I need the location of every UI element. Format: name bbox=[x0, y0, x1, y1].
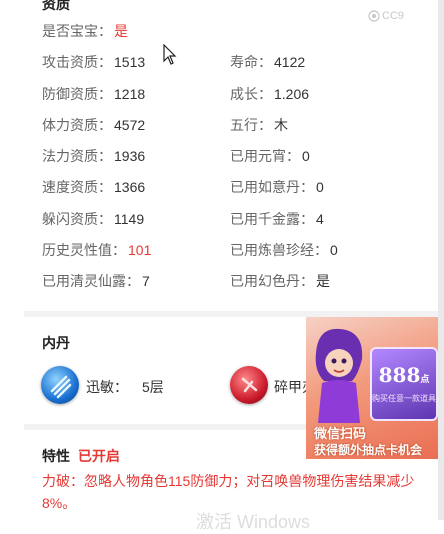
trait-title: 特性 bbox=[42, 448, 70, 464]
swift-icon[interactable] bbox=[41, 366, 79, 404]
stat-label: 已用千金露： bbox=[230, 211, 314, 227]
stat-label: 攻击资质： bbox=[42, 54, 112, 70]
watermark-icon bbox=[368, 10, 380, 22]
armor-break-icon[interactable] bbox=[230, 366, 268, 404]
neidan-skill-level: 5层 bbox=[142, 379, 164, 395]
stat-label: 已用幻色丹： bbox=[230, 273, 314, 289]
card-value: 888 bbox=[378, 363, 421, 387]
ad-subheadline: 获得额外抽点卡机会 bbox=[314, 443, 423, 457]
neidan-skill: 迅敏： 5层 bbox=[86, 377, 164, 397]
stat-label: 历史灵性值： bbox=[42, 242, 126, 258]
stat-label: 已用元宵： bbox=[230, 148, 300, 164]
card-subtitle: 购买任意一款道具 bbox=[372, 394, 436, 403]
stat-label: 体力资质： bbox=[42, 117, 112, 133]
watermark-text: CC9 bbox=[382, 10, 405, 22]
scrollbar[interactable] bbox=[438, 0, 444, 520]
stat-value: 1.206 bbox=[274, 86, 310, 102]
card-unit: 点 bbox=[420, 375, 430, 385]
stat-value: 是 bbox=[114, 23, 128, 39]
stat-value: 0 bbox=[302, 148, 310, 164]
stat-label: 成长： bbox=[230, 86, 272, 102]
trait-heading: 特性 已开启 bbox=[42, 446, 120, 466]
ad-headline: 微信扫码 bbox=[314, 426, 367, 441]
neidan-title: 内丹 bbox=[42, 335, 70, 351]
stat-value: 0 bbox=[316, 179, 324, 195]
stat-value: 4572 bbox=[114, 117, 146, 133]
mouse-cursor-icon bbox=[163, 44, 177, 65]
stat-label: 法力资质： bbox=[42, 148, 112, 164]
stat-label: 寿命： bbox=[230, 54, 272, 70]
stat-value: 4 bbox=[316, 211, 324, 227]
stat-value: 1936 bbox=[114, 148, 146, 164]
neidan-skill-name: 迅敏： bbox=[86, 379, 128, 395]
stat-label: 躲闪资质： bbox=[42, 211, 112, 227]
stat-value: 4122 bbox=[274, 54, 306, 70]
trait-status: 已开启 bbox=[77, 448, 120, 464]
stat-value: 是 bbox=[316, 273, 330, 289]
stat-label: 是否宝宝： bbox=[42, 23, 112, 39]
stat-label: 五行： bbox=[230, 117, 272, 133]
stat-label: 已用如意丹： bbox=[230, 179, 314, 195]
point-card: 888点 购买任意一款道具 bbox=[370, 347, 438, 421]
stat-value: 木 bbox=[274, 117, 288, 133]
qualification-header: 资质 bbox=[42, 0, 70, 12]
stat-value: 1513 bbox=[114, 54, 146, 70]
stat-label: 速度资质： bbox=[42, 179, 112, 195]
stat-label: 防御资质： bbox=[42, 86, 112, 102]
stat-value: 1218 bbox=[114, 86, 146, 102]
promo-ad[interactable]: 888点 购买任意一款道具 微信扫码 获得额外抽点卡机会 bbox=[306, 317, 444, 459]
stat-label: 已用炼兽珍经： bbox=[230, 242, 328, 258]
stat-value: 0 bbox=[330, 242, 338, 258]
stat-label: 已用清灵仙露： bbox=[42, 273, 140, 289]
windows-activation-watermark: 激活 Windows bbox=[196, 512, 311, 532]
stat-value: 1366 bbox=[114, 179, 146, 195]
stat-value: 101 bbox=[128, 242, 152, 258]
stat-value: 7 bbox=[142, 273, 150, 289]
site-watermark: CC9 bbox=[368, 10, 404, 22]
pet-detail-panel: 资质 CC9 是否宝宝：是 攻击资质： 1513 寿命： 4122 防御资质： 121… bbox=[0, 0, 444, 532]
stat-value: 1149 bbox=[114, 211, 145, 227]
character-figure-icon bbox=[315, 328, 363, 423]
